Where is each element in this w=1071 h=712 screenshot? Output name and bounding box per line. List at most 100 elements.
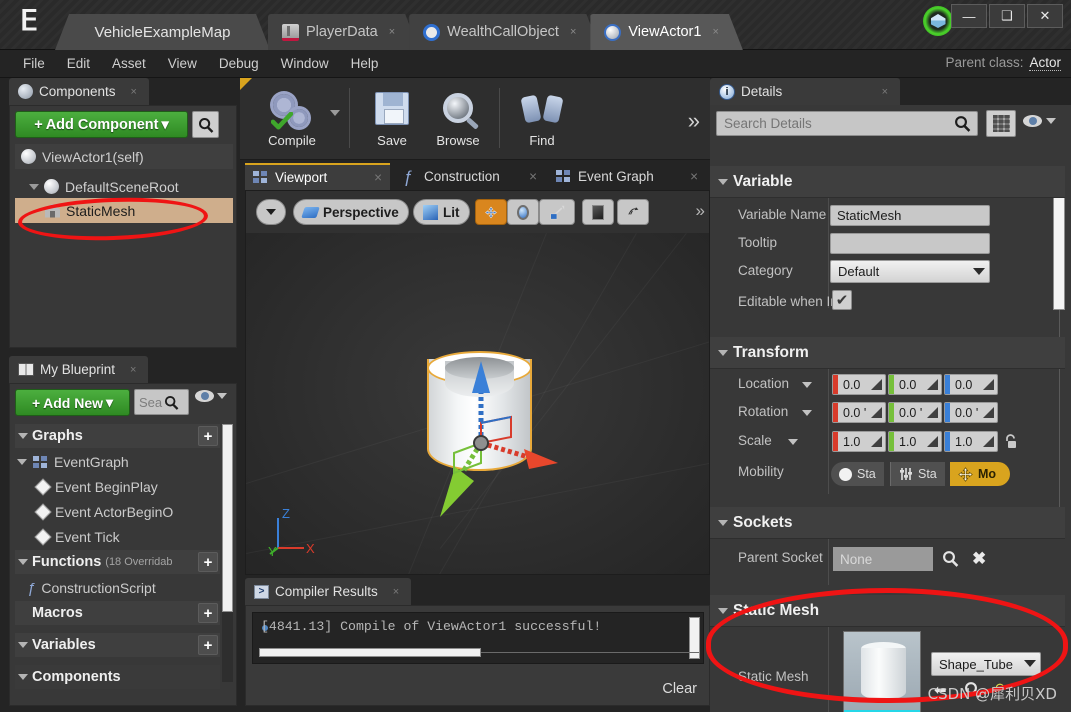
component-row-staticmesh[interactable]: StaticMesh xyxy=(15,198,233,223)
tree-item-event-actorbeginoverlap[interactable]: Event ActorBeginO xyxy=(15,500,220,524)
compiler-results-log[interactable]: [4841.13] Compile of ViewActor1 successf… xyxy=(252,612,704,664)
search-details-input[interactable]: Search Details xyxy=(716,111,978,136)
tab-compiler-results[interactable]: > Compiler Results × xyxy=(245,578,412,605)
tree-item-constructionscript[interactable]: ƒ ConstructionScript xyxy=(15,576,220,600)
add-graph-button[interactable]: + xyxy=(198,426,218,446)
close-icon[interactable]: × xyxy=(389,26,395,38)
section-macros[interactable]: Macros + xyxy=(15,601,220,625)
asset-tab-playerdata[interactable]: PlayerData × xyxy=(268,14,419,50)
clear-x-icon[interactable]: ✖ xyxy=(972,549,986,569)
expander-icon[interactable] xyxy=(18,674,28,680)
my-blueprint-scroll-thumb[interactable] xyxy=(222,424,233,612)
level-tab-vehicleexamplemap[interactable]: VehicleExampleMap xyxy=(55,14,270,50)
menu-window[interactable]: Window xyxy=(270,53,340,74)
my-blueprint-view-options[interactable] xyxy=(195,390,227,402)
drag-handle-icon[interactable] xyxy=(983,407,994,418)
category-dropdown[interactable]: Default xyxy=(830,260,990,283)
drag-handle-icon[interactable] xyxy=(983,379,994,390)
section-functions[interactable]: Functions (18 Overridab + xyxy=(15,550,220,574)
mobility-static-button[interactable]: Sta xyxy=(831,462,884,486)
rotation-reset-chevron-down-icon[interactable] xyxy=(802,410,812,416)
rotation-y-input[interactable]: 0.0 ' xyxy=(888,402,942,423)
clear-button[interactable]: Clear xyxy=(662,681,697,697)
expander-icon[interactable] xyxy=(718,607,728,614)
tab-components[interactable]: Components × xyxy=(9,78,149,105)
section-variables[interactable]: Variables + xyxy=(15,633,220,657)
tab-viewport[interactable]: Viewport × xyxy=(245,163,390,190)
asset-tab-wealthcallobject[interactable]: WealthCallObject × xyxy=(409,14,600,50)
mobility-movable-button[interactable]: Mo xyxy=(950,462,1010,486)
menu-view[interactable]: View xyxy=(157,53,208,74)
viewport-rotate-tool[interactable] xyxy=(507,199,539,225)
drag-handle-icon[interactable] xyxy=(871,379,882,390)
add-new-button[interactable]: + Add New ▾ xyxy=(15,389,130,416)
viewport-panel[interactable]: Perspective Lit » Z X Y xyxy=(245,190,710,575)
parent-class-value[interactable]: Actor xyxy=(1029,55,1061,71)
add-macro-button[interactable]: + xyxy=(198,603,218,623)
scale-x-input[interactable]: 1.0 xyxy=(832,431,886,452)
close-icon[interactable]: × xyxy=(374,170,382,185)
close-button[interactable]: ✕ xyxy=(1027,4,1063,28)
expander-icon[interactable] xyxy=(17,459,27,465)
tab-construction-script[interactable]: ƒ Construction × xyxy=(395,163,545,190)
compile-options-chevron-down-icon[interactable] xyxy=(330,110,340,116)
mobility-stationary-button[interactable]: Sta xyxy=(890,462,945,486)
viewport-scale-tool[interactable] xyxy=(539,199,575,225)
section-graphs[interactable]: Graphs + xyxy=(15,424,220,448)
variable-name-input[interactable]: StaticMesh xyxy=(830,205,990,226)
menu-file[interactable]: File xyxy=(12,53,56,74)
tree-item-event-tick[interactable]: Event Tick xyxy=(15,525,220,549)
minimize-button[interactable]: — xyxy=(951,4,987,28)
expander-icon[interactable] xyxy=(18,559,28,565)
viewport-overflow-icon[interactable]: » xyxy=(696,201,705,221)
close-icon[interactable]: × xyxy=(882,86,888,98)
tab-event-graph[interactable]: Event Graph × xyxy=(548,163,706,190)
close-icon[interactable]: × xyxy=(131,86,137,98)
drag-handle-icon[interactable] xyxy=(927,379,938,390)
expander-icon[interactable] xyxy=(29,183,39,190)
transform-gizmo[interactable] xyxy=(406,345,606,525)
scale-y-input[interactable]: 1.0 xyxy=(888,431,942,452)
green-gem-icon[interactable] xyxy=(923,6,953,36)
drag-handle-icon[interactable] xyxy=(871,436,882,447)
location-z-input[interactable]: 0.0 xyxy=(944,374,998,395)
section-variable[interactable]: Variable xyxy=(710,166,1065,198)
scroll-thumb[interactable] xyxy=(259,648,481,657)
tab-details[interactable]: i Details × xyxy=(710,78,900,105)
rotation-z-input[interactable]: 0.0 ' xyxy=(944,402,998,423)
section-transform[interactable]: Transform xyxy=(710,337,1065,369)
viewport-lit-button[interactable]: Lit xyxy=(413,199,470,225)
components-search-button[interactable] xyxy=(192,111,219,138)
parent-socket-field[interactable]: None xyxy=(833,547,933,571)
close-icon[interactable]: × xyxy=(393,586,399,598)
location-reset-chevron-down-icon[interactable] xyxy=(802,382,812,388)
toolbar-overflow-icon[interactable]: » xyxy=(688,108,700,134)
my-blueprint-search-input[interactable]: Sea xyxy=(134,389,189,415)
parent-socket-search-button[interactable] xyxy=(942,550,959,572)
add-function-button[interactable]: + xyxy=(198,552,218,572)
expander-icon[interactable] xyxy=(18,642,28,648)
compile-button[interactable]: Compile xyxy=(252,84,332,154)
viewport-move-tool[interactable] xyxy=(475,199,507,225)
editable-when-inherited-checkbox[interactable]: ✔ xyxy=(832,290,852,310)
viewport-camera-speed[interactable] xyxy=(617,199,649,225)
menu-edit[interactable]: Edit xyxy=(56,53,101,74)
tooltip-input[interactable] xyxy=(830,233,990,254)
close-icon[interactable]: × xyxy=(690,169,698,184)
section-components[interactable]: Components xyxy=(15,665,220,689)
add-component-button[interactable]: + Add Component ▾ xyxy=(15,111,188,138)
component-row-defaultsceneroot[interactable]: DefaultSceneRoot xyxy=(15,174,233,199)
scale-z-input[interactable]: 1.0 xyxy=(944,431,998,452)
maximize-button[interactable]: ❑ xyxy=(989,4,1025,28)
details-view-options[interactable] xyxy=(1023,115,1056,127)
scale-reset-chevron-down-icon[interactable] xyxy=(788,439,798,445)
rotation-x-input[interactable]: 0.0 ' xyxy=(832,402,886,423)
tube-mesh-thumbnail[interactable] xyxy=(843,631,921,712)
location-y-input[interactable]: 0.0 xyxy=(888,374,942,395)
viewport-snap-tool[interactable] xyxy=(582,199,614,225)
close-icon[interactable]: × xyxy=(529,169,537,184)
drag-handle-icon[interactable] xyxy=(927,436,938,447)
tree-item-event-beginplay[interactable]: Event BeginPlay xyxy=(15,475,220,499)
browse-button[interactable]: Browse xyxy=(426,84,490,154)
section-sockets[interactable]: Sockets xyxy=(710,507,1065,539)
